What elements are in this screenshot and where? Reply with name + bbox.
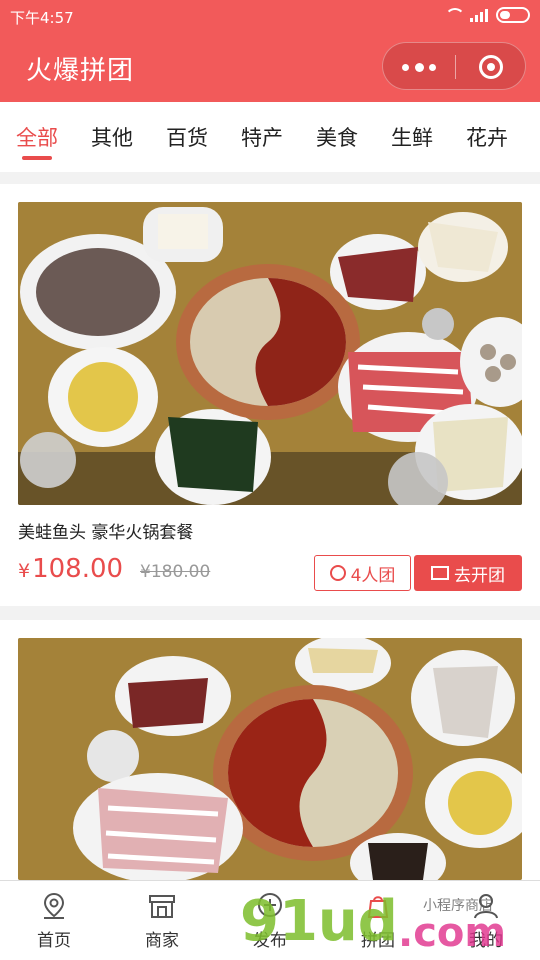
nav-label: 商家 [145, 931, 179, 951]
page-title: 火爆拼团 [26, 56, 135, 86]
nav-group-buy[interactable]: 拼团 [338, 889, 418, 955]
plus-circle-icon [255, 891, 285, 921]
tab-all[interactable]: 全部 [16, 122, 58, 152]
tab-flowers[interactable]: 花卉 [466, 122, 508, 152]
product-title[interactable]: 美蛙鱼头 豪华火锅套餐 [18, 518, 193, 543]
status-bar: 下午4:57 [0, 0, 540, 32]
group-size-label: 4人团 [350, 565, 396, 586]
tab-other[interactable]: 其他 [91, 122, 133, 152]
nav-home[interactable]: 首页 [14, 889, 94, 955]
currency-symbol: ¥ [18, 560, 31, 582]
group-buy-icon [363, 891, 393, 921]
more-dots-icon[interactable] [402, 59, 436, 75]
product-card[interactable]: 美蛙鱼头 豪华火锅套餐 ¥108.00 ¥180.00 4人团 去开团 [0, 184, 540, 606]
capsule-divider [455, 55, 456, 79]
group-price: ¥108.00 [18, 554, 123, 584]
product-card[interactable] [0, 620, 540, 880]
cart-icon [431, 566, 449, 580]
group-size-button[interactable]: 4人团 [314, 555, 411, 591]
battery-icon [496, 7, 530, 23]
product-image[interactable] [18, 638, 522, 880]
tab-specialty[interactable]: 特产 [241, 122, 283, 152]
original-price: ¥180.00 [140, 562, 211, 582]
nav-label: 我的 [469, 931, 503, 951]
mini-program-capsule[interactable] [382, 42, 526, 90]
users-icon [329, 565, 346, 581]
top-header: 下午4:57 火爆拼团 [0, 0, 540, 102]
signal-icon [470, 8, 488, 22]
bottom-tab-bar: 首页 商家 发布 拼团 我的 [0, 880, 540, 960]
open-group-label: 去开团 [454, 565, 505, 586]
open-group-button[interactable]: 去开团 [414, 555, 522, 591]
target-circle-icon[interactable] [479, 55, 503, 79]
hotpot-photo [18, 638, 522, 880]
status-icons [444, 7, 530, 23]
location-pin-icon [39, 891, 69, 921]
product-image[interactable] [18, 202, 522, 505]
active-tab-indicator [22, 156, 52, 160]
status-time: 下午4:57 [10, 9, 74, 27]
user-icon [471, 891, 501, 921]
price-value: 108.00 [32, 554, 124, 584]
nav-label: 拼团 [361, 931, 395, 951]
nav-publish[interactable]: 发布 [230, 889, 310, 955]
hotpot-photo [18, 202, 522, 505]
store-icon [147, 891, 177, 921]
wifi-icon [444, 8, 465, 22]
tab-food[interactable]: 美食 [316, 122, 358, 152]
nav-label: 首页 [37, 931, 71, 951]
nav-label: 发布 [253, 931, 287, 951]
nav-profile[interactable]: 我的 [446, 889, 526, 955]
category-tabs: 全部 其他 百货 特产 美食 生鲜 花卉 [0, 102, 540, 172]
tab-general-goods[interactable]: 百货 [166, 122, 208, 152]
tab-fresh[interactable]: 生鲜 [391, 122, 433, 152]
nav-merchants[interactable]: 商家 [122, 889, 202, 955]
